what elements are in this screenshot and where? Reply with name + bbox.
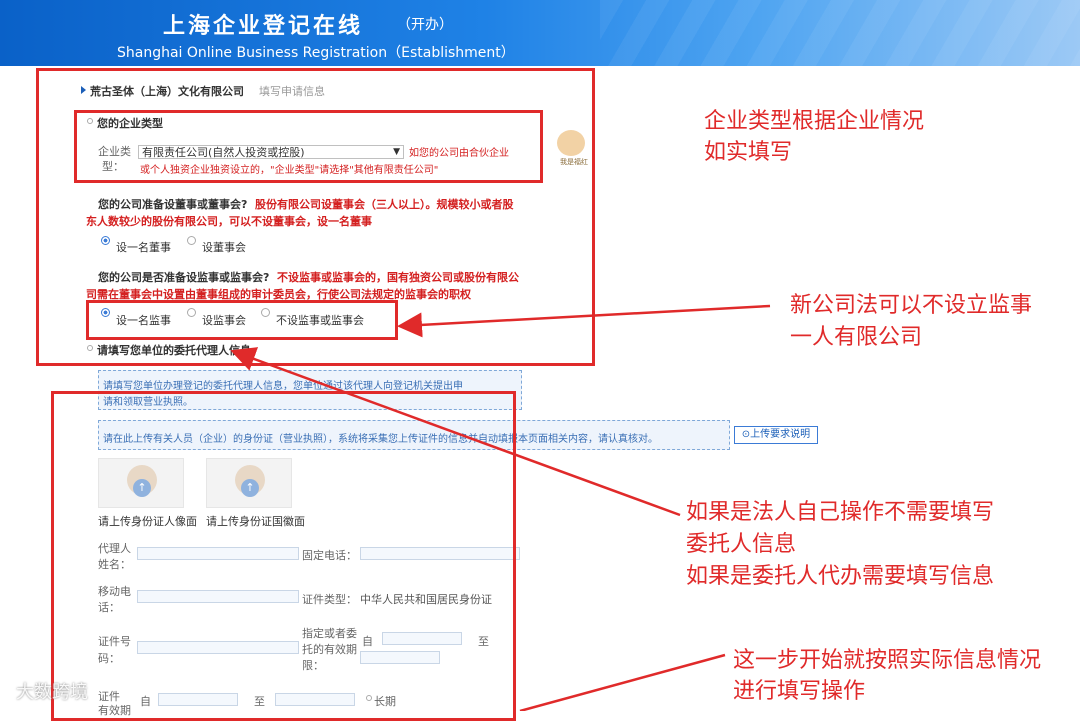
annotation-agent-2: 委托人信息 [686, 532, 797, 557]
annotation-agent-1: 如果是法人自己操作不需要填写 [686, 500, 995, 525]
annotation-step-1: 这一步开始就按照实际信息情况 [733, 648, 1042, 673]
annotation-type-1: 企业类型根据企业情况 [704, 109, 925, 134]
arrow-agent [230, 347, 681, 517]
watermark: 大数跨境 [16, 682, 88, 703]
annotation-agent-3: 如果是委托人代办需要填写信息 [686, 564, 995, 589]
annotation-supervisor-2: 一人有限公司 [790, 325, 923, 350]
annotation-type-2: 如实填写 [704, 140, 793, 165]
annotation-step-2: 进行填写操作 [733, 679, 866, 704]
annotation-supervisor-1: 新公司法可以不设立监事 [790, 293, 1033, 318]
arrow-step [519, 653, 726, 711]
arrow-supervisor [397, 304, 771, 338]
